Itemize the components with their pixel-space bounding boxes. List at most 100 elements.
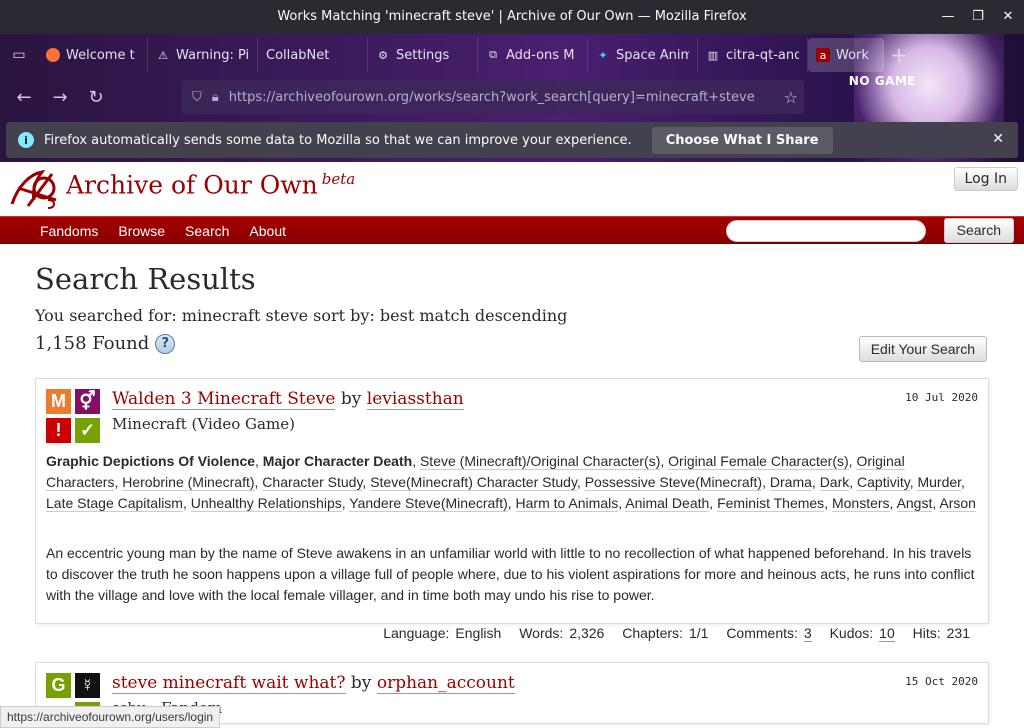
freeform-tag[interactable]: Drama bbox=[769, 474, 812, 491]
site-title-text[interactable]: Archive of Our Own bbox=[66, 170, 318, 199]
tab-label: Settings bbox=[396, 47, 450, 63]
nav-about[interactable]: About bbox=[239, 223, 296, 239]
search-summary: You searched for: minecraft steve sort b… bbox=[35, 306, 568, 325]
url-text[interactable]: https://archiveofourown.org/works/search… bbox=[229, 90, 794, 105]
work-blurb: M ⚥ ! ✓ Walden 3 Minecraft Steve by levi… bbox=[35, 378, 989, 642]
author-link[interactable]: leviassthan bbox=[366, 389, 464, 410]
tab-label: Add-ons M bbox=[506, 47, 575, 63]
freeform-tag[interactable]: Captivity bbox=[857, 474, 910, 491]
tab-welcome[interactable]: Welcome t bbox=[38, 38, 148, 72]
tab-addons[interactable]: ⧉ Add-ons M bbox=[478, 38, 588, 72]
browser-chrome: NO GAME ▭ Welcome t ⚠ Warning: Pi Collab… bbox=[0, 34, 1024, 162]
space-icon: ✦ bbox=[598, 48, 608, 62]
gear-icon: ⚙ bbox=[378, 48, 388, 62]
freeform-tag[interactable]: Dark bbox=[819, 474, 850, 491]
back-icon[interactable]: ← bbox=[6, 81, 42, 113]
primary-navigation: Fandoms Browse Search About Search bbox=[0, 216, 1024, 244]
site-search-input[interactable] bbox=[726, 220, 926, 242]
author-link[interactable]: orphan_account bbox=[376, 673, 515, 694]
tab-space-anim[interactable]: ✦ Space Anim bbox=[588, 38, 698, 72]
required-tags: M ⚥ ! ✓ bbox=[46, 389, 102, 445]
results-count-text: 1,158 Found bbox=[35, 333, 150, 354]
tab-label: CollabNet bbox=[266, 47, 330, 63]
rating-mature-icon[interactable]: M bbox=[46, 389, 71, 414]
work-title-link[interactable]: Walden 3 Minecraft Steve bbox=[112, 389, 336, 410]
maximize-icon[interactable]: ❐ bbox=[970, 0, 986, 34]
stat-label: Chapters: bbox=[622, 625, 683, 641]
stat-words: 2,326 bbox=[569, 625, 605, 641]
freeform-tag[interactable]: Herobrine (Minecraft) bbox=[122, 474, 255, 491]
site-title[interactable]: Archive of Our Own beta bbox=[66, 170, 355, 199]
tab-settings[interactable]: ⚙ Settings bbox=[368, 38, 478, 72]
freeform-tag[interactable]: Arson bbox=[939, 495, 976, 512]
fandom-link[interactable]: Minecraft (Video Game) bbox=[112, 415, 295, 433]
freeform-tag[interactable]: Steve(Minecraft) Character Study bbox=[370, 474, 577, 491]
stat-kudos-link[interactable]: 10 bbox=[879, 625, 895, 642]
category-multi-icon[interactable]: ⚥ bbox=[75, 389, 100, 414]
puzzle-icon: ⧉ bbox=[489, 48, 497, 61]
nav-browse[interactable]: Browse bbox=[108, 223, 175, 239]
work-title-link[interactable]: steve minecraft wait what? bbox=[112, 673, 346, 694]
work-summary: An eccentric young man by the name of St… bbox=[46, 545, 975, 603]
warning-tag[interactable]: Major Character Death bbox=[263, 453, 412, 469]
reload-icon[interactable]: ↻ bbox=[78, 81, 114, 113]
bookmark-star-icon[interactable]: ☆ bbox=[784, 88, 798, 107]
ao3-icon: a bbox=[816, 48, 830, 62]
by-text: by bbox=[340, 389, 362, 409]
freeform-tag[interactable]: Steve (Minecraft)/Original Character(s) bbox=[419, 453, 661, 470]
freeform-tag[interactable]: Harm to Animals bbox=[515, 495, 619, 512]
freeform-tag[interactable]: Monsters bbox=[831, 495, 890, 512]
rating-general-icon[interactable]: G bbox=[46, 673, 71, 698]
login-button[interactable]: Log In bbox=[953, 167, 1018, 191]
tab-works-active[interactable]: a Work bbox=[808, 38, 884, 72]
tab-collabnet[interactable]: CollabNet bbox=[258, 38, 368, 72]
freeform-tag[interactable]: Original Female Character(s) bbox=[668, 453, 849, 470]
window-controls: — ❐ ✕ bbox=[940, 0, 1016, 34]
warning-icon[interactable]: ! bbox=[46, 418, 71, 443]
close-window-icon[interactable]: ✕ bbox=[1000, 0, 1016, 34]
page-title: Search Results bbox=[35, 262, 256, 296]
tab-label: Work bbox=[836, 47, 869, 63]
nav-fandoms[interactable]: Fandoms bbox=[30, 223, 108, 239]
freeform-tag[interactable]: Possessive Steve(Minecraft) bbox=[584, 474, 763, 491]
notification-text: Firefox automatically sends some data to… bbox=[44, 132, 632, 148]
url-bar[interactable]: ⛉ 🔒︎ https://archiveofourown.org/works/s… bbox=[182, 80, 804, 114]
freeform-tag[interactable]: Unhealthy Relationships bbox=[190, 495, 342, 512]
freeform-tag[interactable]: Yandere Steve(Minecraft) bbox=[349, 495, 508, 512]
freeform-tag[interactable]: Feminist Themes bbox=[717, 495, 825, 512]
beta-label: beta bbox=[321, 170, 356, 188]
stat-label: Words: bbox=[519, 625, 564, 641]
new-tab-icon[interactable]: + bbox=[884, 43, 914, 67]
stat-comments-link[interactable]: 3 bbox=[803, 625, 812, 642]
shield-icon[interactable]: ⛉ bbox=[192, 90, 202, 105]
freeform-tag[interactable]: Murder bbox=[917, 474, 962, 491]
work-stats: Language: English Words: 2,326 Chapters: 1/… bbox=[383, 625, 970, 642]
minimize-icon[interactable]: — bbox=[940, 0, 956, 34]
freeform-tag[interactable]: Character Study bbox=[262, 474, 363, 491]
category-other-icon[interactable]: ☿ bbox=[75, 673, 100, 698]
site-search-button[interactable]: Search bbox=[943, 218, 1014, 243]
tab-citra[interactable]: ▥ citra-qt-and bbox=[698, 38, 808, 72]
notification-bar: i Firefox automatically sends some data … bbox=[6, 122, 1018, 158]
tab-warning[interactable]: ⚠ Warning: Pi bbox=[148, 38, 258, 72]
close-icon[interactable]: ✕ bbox=[992, 131, 1004, 147]
choose-what-i-share-button[interactable]: Choose What I Share bbox=[651, 126, 833, 154]
tab-list-icon[interactable]: ▭ bbox=[0, 34, 38, 76]
warning-tag[interactable]: Graphic Depictions Of Violence bbox=[46, 453, 255, 469]
site-header: Archive of Our Own beta Log In bbox=[0, 162, 1024, 216]
nav-search[interactable]: Search bbox=[175, 223, 239, 239]
lock-icon[interactable]: 🔒︎ bbox=[212, 90, 219, 105]
edit-search-button[interactable]: Edit Your Search bbox=[858, 336, 987, 362]
page-content: Archive of Our Own beta Log In Fandoms Br… bbox=[0, 162, 1024, 728]
tab-label: Warning: Pi bbox=[176, 47, 249, 63]
freeform-tag[interactable]: Animal Death bbox=[625, 495, 710, 512]
tab-strip: ▭ Welcome t ⚠ Warning: Pi CollabNet ⚙ Se… bbox=[0, 34, 1024, 76]
complete-icon[interactable]: ✓ bbox=[75, 418, 100, 443]
ao3-logo-icon[interactable] bbox=[8, 166, 64, 212]
forward-icon[interactable]: → bbox=[42, 81, 78, 113]
freeform-tag[interactable]: Angst bbox=[896, 495, 933, 512]
stat-label: Kudos: bbox=[829, 625, 874, 641]
freeform-tag[interactable]: Late Stage Capitalism bbox=[46, 495, 183, 512]
help-icon[interactable]: ? bbox=[155, 333, 176, 354]
firefox-icon bbox=[46, 48, 60, 62]
